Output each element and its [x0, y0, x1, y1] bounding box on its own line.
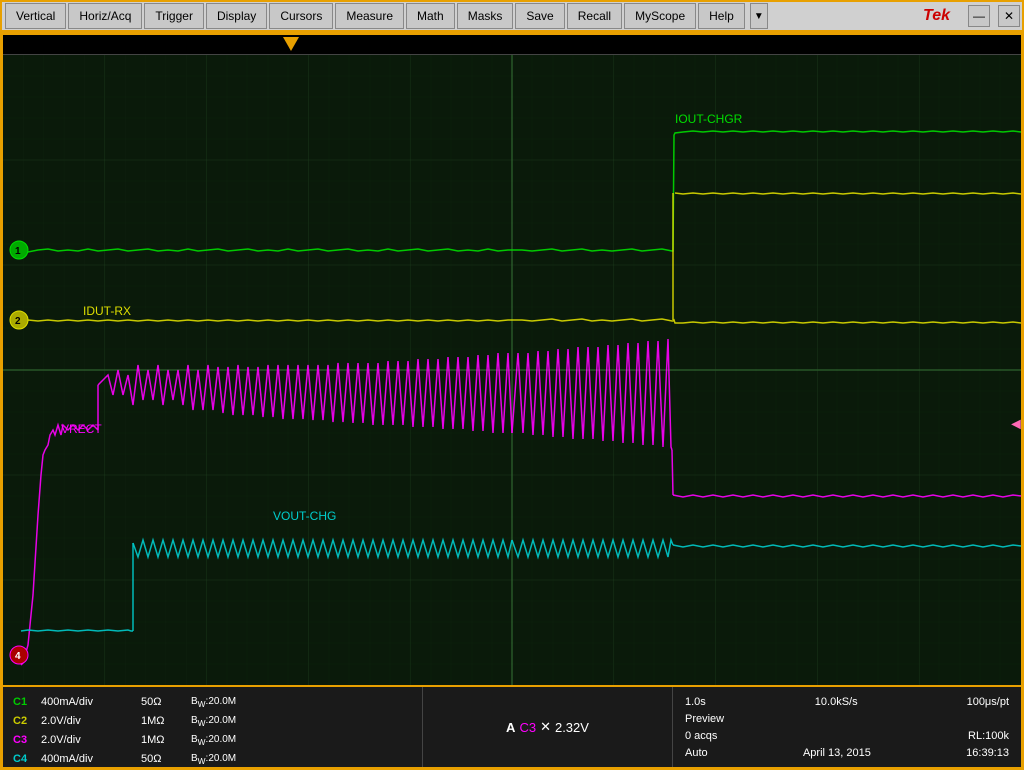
trigger-indicator [3, 35, 1021, 55]
sample-density: 100μs/pt [967, 696, 1009, 708]
ch2-id: C2 [13, 715, 41, 727]
ch1-id: C1 [13, 696, 41, 708]
trigger-type: A [506, 720, 515, 735]
menu-math[interactable]: Math [406, 3, 455, 29]
ch3-scale: 2.0V/div [41, 734, 141, 746]
ch3-bw: BW:20.0M [191, 734, 281, 747]
menu-myscope[interactable]: MyScope [624, 3, 696, 29]
svg-text:2: 2 [15, 316, 21, 327]
trigger-channel: C3 [519, 720, 536, 735]
menu-vertical[interactable]: Vertical [5, 3, 66, 29]
menu-display[interactable]: Display [206, 3, 267, 29]
ch1-row: C1 400mA/div 50Ω BW:20.0M [13, 693, 412, 711]
title-area: Tek — ✕ [923, 5, 1020, 27]
menu-recall[interactable]: Recall [567, 3, 622, 29]
menu-dropdown[interactable]: ▼ [750, 3, 768, 29]
status-bar: C1 400mA/div 50Ω BW:20.0M C2 2.0V/div 1M… [3, 685, 1021, 767]
vrect-label: VRECT [61, 422, 102, 436]
menu-trigger[interactable]: Trigger [144, 3, 204, 29]
menu-bar: Vertical Horiz/Acq Trigger Display Curso… [0, 0, 1024, 32]
menu-measure[interactable]: Measure [335, 3, 404, 29]
ch4-id: C4 [13, 753, 41, 765]
ch1-impedance: 50Ω [141, 696, 191, 708]
ch2-scale: 2.0V/div [41, 715, 141, 727]
ch2-bw: BW:20.0M [191, 715, 281, 728]
acquisition-info: 1.0s 10.0kS/s 100μs/pt Preview 0 acqs RL… [673, 687, 1021, 767]
ch4-bw: BW:20.0M [191, 753, 281, 766]
menu-horizacq[interactable]: Horiz/Acq [68, 3, 142, 29]
iout-chgr-label: IOUT-CHGR [675, 112, 743, 126]
ch1-bw: BW:20.0M [191, 696, 281, 709]
svg-text:1: 1 [15, 246, 21, 257]
trigger-position-arrow [283, 37, 299, 51]
minimize-button[interactable]: — [968, 5, 990, 27]
ch2-impedance: 1MΩ [141, 715, 191, 727]
waveform-display[interactable]: IOUT-CHGR IDUT-RX VRECT VOUT-CHG 1 2 4 ◄ [3, 55, 1021, 685]
acq-count: 0 acqs [685, 730, 717, 742]
menu-help[interactable]: Help [698, 3, 745, 29]
vout-chg-label: VOUT-CHG [273, 509, 336, 523]
waveform-svg: IOUT-CHGR IDUT-RX VRECT VOUT-CHG 1 2 4 ◄ [3, 55, 1021, 685]
idut-rx-label: IDUT-RX [83, 304, 131, 318]
acq-mode-row: Preview [685, 713, 1009, 725]
acq-count-row: 0 acqs RL:100k [685, 730, 1009, 742]
acq-date: April 13, 2015 [803, 747, 871, 759]
tek-logo: Tek [923, 7, 950, 25]
timebase: 1.0s [685, 696, 706, 708]
svg-text:◄: ◄ [1008, 416, 1021, 433]
channel-info: C1 400mA/div 50Ω BW:20.0M C2 2.0V/div 1M… [3, 687, 423, 767]
ch4-scale: 400mA/div [41, 753, 141, 765]
scope-frame: IOUT-CHGR IDUT-RX VRECT VOUT-CHG 1 2 4 ◄… [0, 32, 1024, 770]
sample-rate: 10.0kS/s [815, 696, 858, 708]
acq-mode: Preview [685, 713, 724, 725]
trigger-symbol: ✕ [540, 719, 551, 735]
ch3-id: C3 [13, 734, 41, 746]
ch1-scale: 400mA/div [41, 696, 141, 708]
acq-run-row: Auto April 13, 2015 16:39:13 [685, 747, 1009, 759]
ch3-row: C3 2.0V/div 1MΩ BW:20.0M [13, 731, 412, 749]
menu-masks[interactable]: Masks [457, 3, 514, 29]
ch2-row: C2 2.0V/div 1MΩ BW:20.0M [13, 712, 412, 730]
trigger-level: 2.32V [555, 720, 589, 735]
svg-text:4: 4 [15, 651, 21, 662]
ch4-row: C4 400mA/div 50Ω BW:20.0M [13, 750, 412, 768]
run-mode: Auto [685, 747, 708, 759]
close-button[interactable]: ✕ [998, 5, 1020, 27]
menu-cursors[interactable]: Cursors [269, 3, 333, 29]
acq-top-row: 1.0s 10.0kS/s 100μs/pt [685, 696, 1009, 708]
trigger-display: A C3 ✕ 2.32V [423, 687, 673, 767]
rl-value: RL:100k [968, 730, 1009, 742]
ch4-impedance: 50Ω [141, 753, 191, 765]
menu-save[interactable]: Save [515, 3, 564, 29]
ch3-impedance: 1MΩ [141, 734, 191, 746]
acq-time: 16:39:13 [966, 747, 1009, 759]
